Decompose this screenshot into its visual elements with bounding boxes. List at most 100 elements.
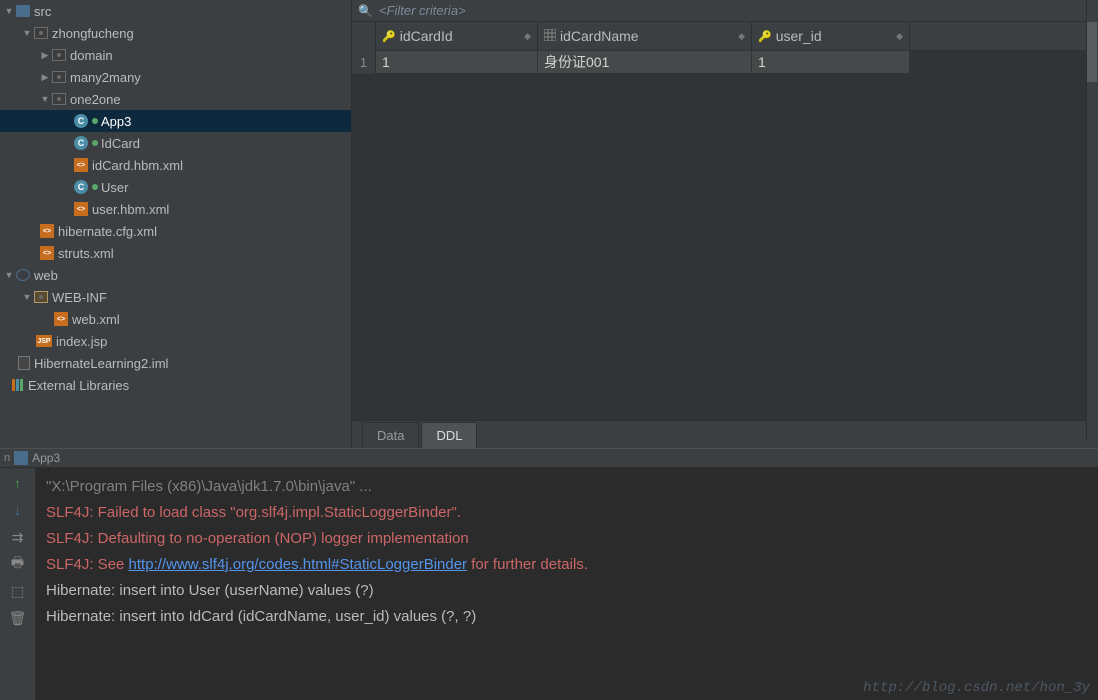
- web-folder-icon: [16, 269, 30, 281]
- tree-label: WEB-INF: [52, 290, 107, 305]
- column-header-idcardid[interactable]: idCardId ◆: [376, 22, 538, 50]
- tree-node-iml[interactable]: HibernateLearning2.iml: [0, 352, 351, 374]
- tab-data[interactable]: Data: [362, 422, 419, 448]
- class-icon: [74, 180, 88, 194]
- runnable-icon: [92, 184, 98, 190]
- run-prefix: n: [4, 452, 10, 464]
- tree-node-index-jsp[interactable]: JSP index.jsp: [0, 330, 351, 352]
- tree-node-many2many[interactable]: many2many: [0, 66, 351, 88]
- tree-node-ext-libs[interactable]: External Libraries: [0, 374, 351, 396]
- console-panel: ↑ ↓ ⇉ 🖶 ⬚ 🗑 "X:\Program Files (x86)\Java…: [0, 468, 1098, 700]
- toggle-wrap-icon[interactable]: ⇉: [9, 528, 27, 546]
- column-label: user_id: [776, 28, 822, 44]
- column-label: idCardId: [400, 28, 453, 44]
- libraries-icon: [12, 379, 24, 391]
- tree-label: hibernate.cfg.xml: [58, 224, 157, 239]
- tree-label: App3: [101, 114, 131, 129]
- expand-icon[interactable]: [40, 72, 50, 83]
- runnable-icon: [92, 118, 98, 124]
- scroll-end-icon[interactable]: ⬚: [9, 582, 27, 600]
- xml-icon: [54, 312, 68, 326]
- expand-icon[interactable]: [4, 270, 14, 280]
- folder-icon: [16, 5, 30, 17]
- tab-ddl[interactable]: DDL: [421, 422, 477, 448]
- tree-node-web[interactable]: web: [0, 264, 351, 286]
- xml-icon: [74, 158, 88, 172]
- tree-node-user[interactable]: User: [0, 176, 351, 198]
- run-config-label[interactable]: App3: [32, 451, 60, 465]
- filter-input[interactable]: <Filter criteria>: [379, 3, 466, 18]
- console-toolbar: ↑ ↓ ⇉ 🖶 ⬚ 🗑: [0, 468, 36, 700]
- console-line: Hibernate: insert into IdCard (idCardNam…: [46, 608, 476, 625]
- tree-node-zhongfucheng[interactable]: zhongfucheng: [0, 22, 351, 44]
- tree-label: HibernateLearning2.iml: [34, 356, 168, 371]
- runnable-icon: [92, 140, 98, 146]
- column-icon: [544, 28, 556, 44]
- console-line: Hibernate: insert into User (userName) v…: [46, 582, 374, 599]
- class-icon: [74, 114, 88, 128]
- expand-icon[interactable]: [40, 94, 50, 104]
- tree-label: IdCard: [101, 136, 140, 151]
- tree-node-one2one[interactable]: one2one: [0, 88, 351, 110]
- tree-node-user-hbm[interactable]: user.hbm.xml: [0, 198, 351, 220]
- tree-label: many2many: [70, 70, 141, 85]
- tree-node-domain[interactable]: domain: [0, 44, 351, 66]
- tree-label: External Libraries: [28, 378, 129, 393]
- tree-label: user.hbm.xml: [92, 202, 169, 217]
- console-link[interactable]: http://www.slf4j.org/codes.html#StaticLo…: [129, 556, 468, 573]
- primary-key-icon: [382, 30, 396, 43]
- tree-node-hibernate-cfg[interactable]: hibernate.cfg.xml: [0, 220, 351, 242]
- print-icon[interactable]: 🖶: [9, 555, 27, 573]
- console-line: SLF4J: Failed to load class "org.slf4j.i…: [46, 504, 461, 521]
- tree-label: web: [34, 268, 58, 283]
- column-label: idCardName: [560, 28, 639, 44]
- data-grid-panel: 🔍 <Filter criteria> idCardId ◆ idCardNam…: [352, 0, 1098, 448]
- sort-icon: ◆: [892, 31, 903, 42]
- row-num-header: [352, 22, 376, 50]
- tree-label: domain: [70, 48, 113, 63]
- grid-cell[interactable]: 身份证001: [538, 51, 752, 73]
- column-header-userid[interactable]: user_id ◆: [752, 22, 910, 50]
- tree-label: User: [101, 180, 128, 195]
- rerun-icon[interactable]: ↑: [9, 474, 27, 492]
- package-icon: [52, 71, 66, 83]
- tree-node-idcard[interactable]: IdCard: [0, 132, 351, 154]
- row-number: 1: [352, 50, 376, 74]
- search-icon: 🔍: [358, 4, 373, 18]
- tree-node-struts-xml[interactable]: struts.xml: [0, 242, 351, 264]
- tree-node-webinf[interactable]: WEB-INF: [0, 286, 351, 308]
- clear-icon[interactable]: 🗑: [9, 609, 27, 627]
- expand-icon[interactable]: [4, 6, 14, 16]
- project-tree-sidebar: src zhongfucheng domain many2many one2on…: [0, 0, 352, 448]
- tree-label: idCard.hbm.xml: [92, 158, 183, 173]
- result-grid: idCardId ◆ idCardName ◆ user_id ◆: [352, 22, 1098, 74]
- grid-cell[interactable]: 1: [752, 51, 910, 73]
- tree-node-src[interactable]: src: [0, 0, 351, 22]
- tree-node-web-xml[interactable]: web.xml: [0, 308, 351, 330]
- expand-icon[interactable]: [22, 28, 32, 38]
- package-icon: [34, 27, 48, 39]
- console-line: for further details.: [467, 556, 588, 573]
- grid-cell[interactable]: 1: [376, 51, 538, 73]
- tree-label: one2one: [70, 92, 121, 107]
- tree-label: web.xml: [72, 312, 120, 327]
- tree-node-idcard-hbm[interactable]: idCard.hbm.xml: [0, 154, 351, 176]
- jsp-icon: JSP: [36, 335, 52, 347]
- console-output[interactable]: "X:\Program Files (x86)\Java\jdk1.7.0\bi…: [36, 468, 1098, 700]
- expand-icon[interactable]: [22, 292, 32, 302]
- column-header-idcardname[interactable]: idCardName ◆: [538, 22, 752, 50]
- stop-icon[interactable]: ↓: [9, 501, 27, 519]
- folder-icon: [34, 291, 48, 303]
- xml-icon: [40, 246, 54, 260]
- xml-icon: [74, 202, 88, 216]
- tree-label: struts.xml: [58, 246, 114, 261]
- expand-icon[interactable]: [40, 50, 50, 61]
- tree-label: zhongfucheng: [52, 26, 134, 41]
- tree-node-app3[interactable]: App3: [0, 110, 351, 132]
- grid-row[interactable]: 1 1 身份证001 1: [352, 50, 1098, 74]
- xml-icon: [40, 224, 54, 238]
- sort-icon: ◆: [520, 31, 531, 42]
- console-line: SLF4J: See: [46, 556, 129, 573]
- tree-label: index.jsp: [56, 334, 107, 349]
- run-tab-bar: n App3: [0, 448, 1098, 468]
